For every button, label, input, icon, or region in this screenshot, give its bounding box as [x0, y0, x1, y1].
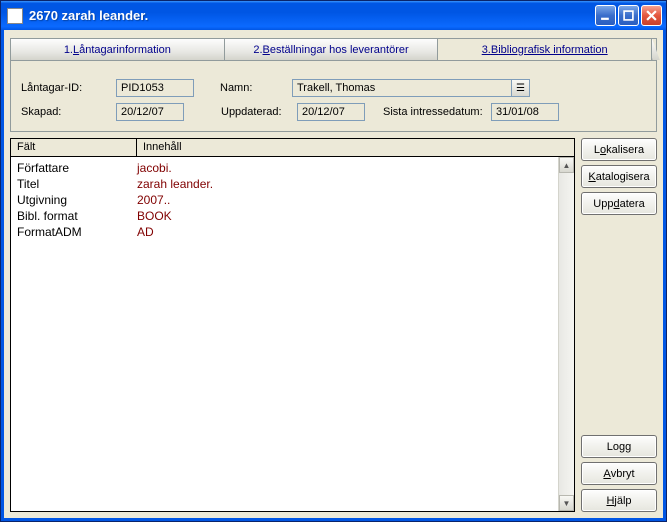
sista-label: Sista intressedatum: [383, 106, 491, 118]
list-icon: ☰ [516, 83, 525, 94]
hjalp-button[interactable]: Hjälp [581, 489, 657, 512]
vertical-scrollbar[interactable]: ▲ ▼ [558, 157, 574, 511]
hjalp-post: jälp [614, 495, 631, 507]
katalogisera-accel: K [588, 171, 595, 183]
maximize-button[interactable] [618, 5, 639, 26]
table-row: Författarejacobi. [17, 160, 552, 176]
avbryt-accel: A [603, 468, 610, 480]
tab-lantagarinformation[interactable]: 1. Låntagarinformation [11, 39, 225, 60]
tab3-accel: B [491, 44, 498, 56]
skapad-label: Skapad: [21, 106, 116, 118]
tab-bestallningar[interactable]: 2. Beställningar hos leverantörer [225, 39, 439, 60]
grid-body: Författarejacobi.Titelzarah leander.Utgi… [11, 157, 574, 511]
tab2-accel: B [263, 44, 270, 56]
katalogisera-button[interactable]: Katalogisera [581, 165, 657, 188]
row-field: Titel [17, 176, 137, 192]
grid-rows: Författarejacobi.Titelzarah leander.Utgi… [11, 157, 558, 511]
uppdatera-post: atera [620, 198, 645, 210]
table-row: Titelzarah leander. [17, 176, 552, 192]
app-window: 2670 zarah leander. 1. Låntagarinformati… [0, 0, 667, 522]
tab3-text: ibliografisk information [498, 44, 607, 56]
close-button[interactable] [641, 5, 662, 26]
titlebar: 2670 zarah leander. [1, 1, 666, 30]
katalogisera-post: atalogisera [596, 171, 650, 183]
row-value: AD [137, 224, 552, 240]
avbryt-button[interactable]: Avbryt [581, 462, 657, 485]
uppdaterad-field: 20/12/07 [297, 103, 365, 121]
row-dates: Skapad: 20/12/07 Uppdaterad: 20/12/07 Si… [21, 103, 646, 121]
scroll-up-button[interactable]: ▲ [559, 157, 574, 173]
namn-wrap: Trakell, Thomas ☰ [292, 79, 530, 97]
uppdaterad-label: Uppdaterad: [221, 106, 297, 118]
client-area: 1. Låntagarinformation 2. Beställningar … [1, 30, 666, 521]
tab1-num: 1. [64, 44, 73, 56]
table-row: Utgivning2007.. [17, 192, 552, 208]
table-row: FormatADMAD [17, 224, 552, 240]
row-field: Bibl. format [17, 208, 137, 224]
window-title: 2670 zarah leander. [29, 8, 595, 23]
row-field: Utgivning [17, 192, 137, 208]
row-field: Författare [17, 160, 137, 176]
tab1-text: åntagarinformation [79, 44, 171, 56]
avbryt-post: vbryt [611, 468, 635, 480]
namn-label: Namn: [220, 82, 292, 94]
row-lantagar: Låntagar-ID: PID1053 Namn: Trakell, Thom… [21, 79, 646, 97]
lokalisera-post: kalisera [606, 144, 644, 156]
lantagar-id-label: Låntagar-ID: [21, 82, 116, 94]
app-icon [7, 8, 23, 24]
tab3-num: 3. [482, 44, 491, 56]
button-spacer [581, 219, 657, 431]
uppdatera-button[interactable]: Uppdatera [581, 192, 657, 215]
col-falt: Fält [11, 139, 137, 156]
namn-field: Trakell, Thomas [292, 79, 512, 97]
logg-label: Logg [607, 441, 631, 453]
row-value: 2007.. [137, 192, 552, 208]
tab-bibliografisk[interactable]: 3. Bibliografisk information [438, 39, 652, 60]
sista-field: 31/01/08 [491, 103, 559, 121]
row-value: jacobi. [137, 160, 552, 176]
row-field: FormatADM [17, 224, 137, 240]
table-row: Bibl. formatBOOK [17, 208, 552, 224]
col-innehall: Innehåll [137, 139, 574, 156]
main-row: Fält Innehåll Författarejacobi.Titelzara… [10, 138, 657, 512]
uppdatera-pre: Upp [593, 198, 613, 210]
scroll-down-button[interactable]: ▼ [559, 495, 574, 511]
minimize-button[interactable] [595, 5, 616, 26]
lokalisera-button[interactable]: Lokalisera [581, 138, 657, 161]
row-value: BOOK [137, 208, 552, 224]
window-buttons [595, 5, 662, 26]
tab2-text: eställningar hos leverantörer [270, 44, 409, 56]
info-panel: Låntagar-ID: PID1053 Namn: Trakell, Thom… [10, 60, 657, 132]
lantagar-id-field: PID1053 [116, 79, 194, 97]
side-buttons: Lokalisera Katalogisera Uppdatera Logg A… [581, 138, 657, 512]
bibliographic-grid: Fält Innehåll Författarejacobi.Titelzara… [10, 138, 575, 512]
grid-header: Fält Innehåll [11, 139, 574, 157]
row-value: zarah leander. [137, 176, 552, 192]
tab2-num: 2. [253, 44, 262, 56]
namn-lookup-button[interactable]: ☰ [512, 79, 530, 97]
tab-strip: 1. Låntagarinformation 2. Beställningar … [10, 38, 657, 60]
logg-button[interactable]: Logg [581, 435, 657, 458]
skapad-field: 20/12/07 [116, 103, 184, 121]
